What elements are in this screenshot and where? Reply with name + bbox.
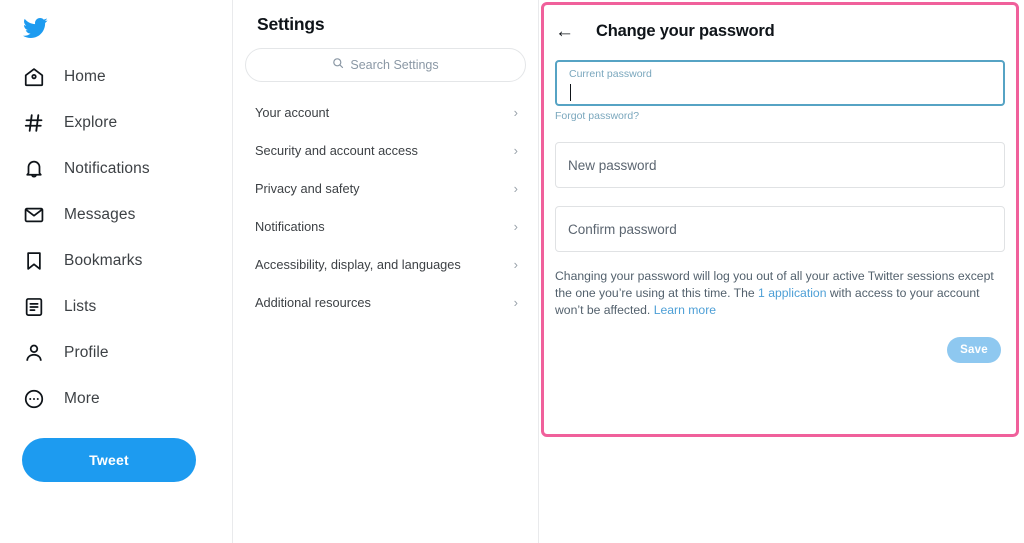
- sidebar-item-lists[interactable]: Lists: [22, 284, 232, 330]
- sidebar-item-label: Messages: [64, 206, 136, 223]
- settings-row-privacy-and-safety[interactable]: Privacy and safety ›: [245, 169, 526, 207]
- chevron-right-icon: ›: [513, 256, 518, 272]
- chevron-right-icon: ›: [513, 218, 518, 234]
- text-caret: [570, 84, 571, 101]
- settings-row-label: Additional resources: [255, 294, 371, 310]
- chevron-right-icon: ›: [513, 180, 518, 196]
- search-placeholder: Search Settings: [350, 58, 439, 72]
- sidebar-item-label: Profile: [64, 344, 109, 361]
- settings-row-label: Privacy and safety: [255, 180, 360, 196]
- hashtag-icon: [22, 111, 46, 135]
- primary-sidebar: Home Explore Notifications Messages Book…: [0, 0, 233, 543]
- current-password-label: Current password: [569, 68, 652, 80]
- settings-column: Settings Search Settings Your account › …: [233, 0, 539, 543]
- panel-header: ← Change your password: [555, 14, 1005, 48]
- sidebar-item-home[interactable]: Home: [22, 54, 232, 100]
- settings-row-security-and-account-access[interactable]: Security and account access ›: [245, 131, 526, 169]
- confirm-password-field[interactable]: Confirm password: [555, 206, 1005, 252]
- list-icon: [22, 295, 46, 319]
- chevron-right-icon: ›: [513, 104, 518, 120]
- chevron-right-icon: ›: [513, 142, 518, 158]
- person-icon: [22, 341, 46, 365]
- sidebar-item-label: Bookmarks: [64, 252, 143, 269]
- panel-title: Change your password: [596, 21, 775, 40]
- new-password-field[interactable]: New password: [555, 142, 1005, 188]
- sidebar-item-label: Home: [64, 68, 106, 85]
- application-count-link[interactable]: 1 application: [758, 286, 826, 300]
- bookmark-icon: [22, 249, 46, 273]
- sidebar-item-messages[interactable]: Messages: [22, 192, 232, 238]
- bell-icon: [22, 157, 46, 181]
- settings-row-notifications[interactable]: Notifications ›: [245, 207, 526, 245]
- settings-list: Your account › Security and account acce…: [245, 93, 526, 321]
- learn-more-link[interactable]: Learn more: [654, 303, 716, 317]
- twitter-settings-screen: Home Explore Notifications Messages Book…: [0, 0, 1024, 543]
- settings-row-accessibility-display-and-languages[interactable]: Accessibility, display, and languages ›: [245, 245, 526, 283]
- sidebar-item-label: More: [64, 390, 100, 407]
- settings-row-your-account[interactable]: Your account ›: [245, 93, 526, 131]
- sidebar-item-explore[interactable]: Explore: [22, 100, 232, 146]
- current-password-field[interactable]: Current password: [555, 60, 1005, 106]
- sidebar-item-profile[interactable]: Profile: [22, 330, 232, 376]
- page-title: Settings: [257, 14, 325, 34]
- chevron-right-icon: ›: [513, 294, 518, 310]
- confirm-password-placeholder: Confirm password: [568, 221, 677, 237]
- forgot-password-link[interactable]: Forgot password?: [555, 110, 639, 122]
- tweet-button[interactable]: Tweet: [22, 438, 196, 482]
- password-change-description: Changing your password will log you out …: [555, 268, 1003, 319]
- new-password-placeholder: New password: [568, 157, 657, 173]
- change-password-panel: ← Change your password Current password …: [541, 2, 1019, 437]
- sidebar-nav-list: Home Explore Notifications Messages Book…: [22, 54, 232, 422]
- search-settings-input[interactable]: Search Settings: [245, 48, 526, 82]
- save-button[interactable]: Save: [947, 337, 1001, 363]
- settings-row-label: Notifications: [255, 218, 325, 234]
- sidebar-item-notifications[interactable]: Notifications: [22, 146, 232, 192]
- sidebar-item-bookmarks[interactable]: Bookmarks: [22, 238, 232, 284]
- home-icon: [22, 65, 46, 89]
- sidebar-item-label: Explore: [64, 114, 118, 131]
- sidebar-item-more[interactable]: More: [22, 376, 232, 422]
- settings-row-label: Security and account access: [255, 142, 418, 158]
- twitter-bird-icon[interactable]: [22, 8, 62, 48]
- more-circle-icon: [22, 387, 46, 411]
- settings-row-additional-resources[interactable]: Additional resources ›: [245, 283, 526, 321]
- back-arrow-icon[interactable]: ←: [555, 22, 574, 41]
- sidebar-item-label: Notifications: [64, 160, 150, 177]
- envelope-icon: [22, 203, 46, 227]
- save-row: Save: [555, 337, 1005, 363]
- settings-row-label: Accessibility, display, and languages: [255, 256, 461, 272]
- search-icon: [332, 56, 344, 74]
- settings-row-label: Your account: [255, 104, 330, 120]
- change-password-panel-wrapper: ← Change your password Current password …: [539, 0, 1024, 543]
- sidebar-item-label: Lists: [64, 298, 97, 315]
